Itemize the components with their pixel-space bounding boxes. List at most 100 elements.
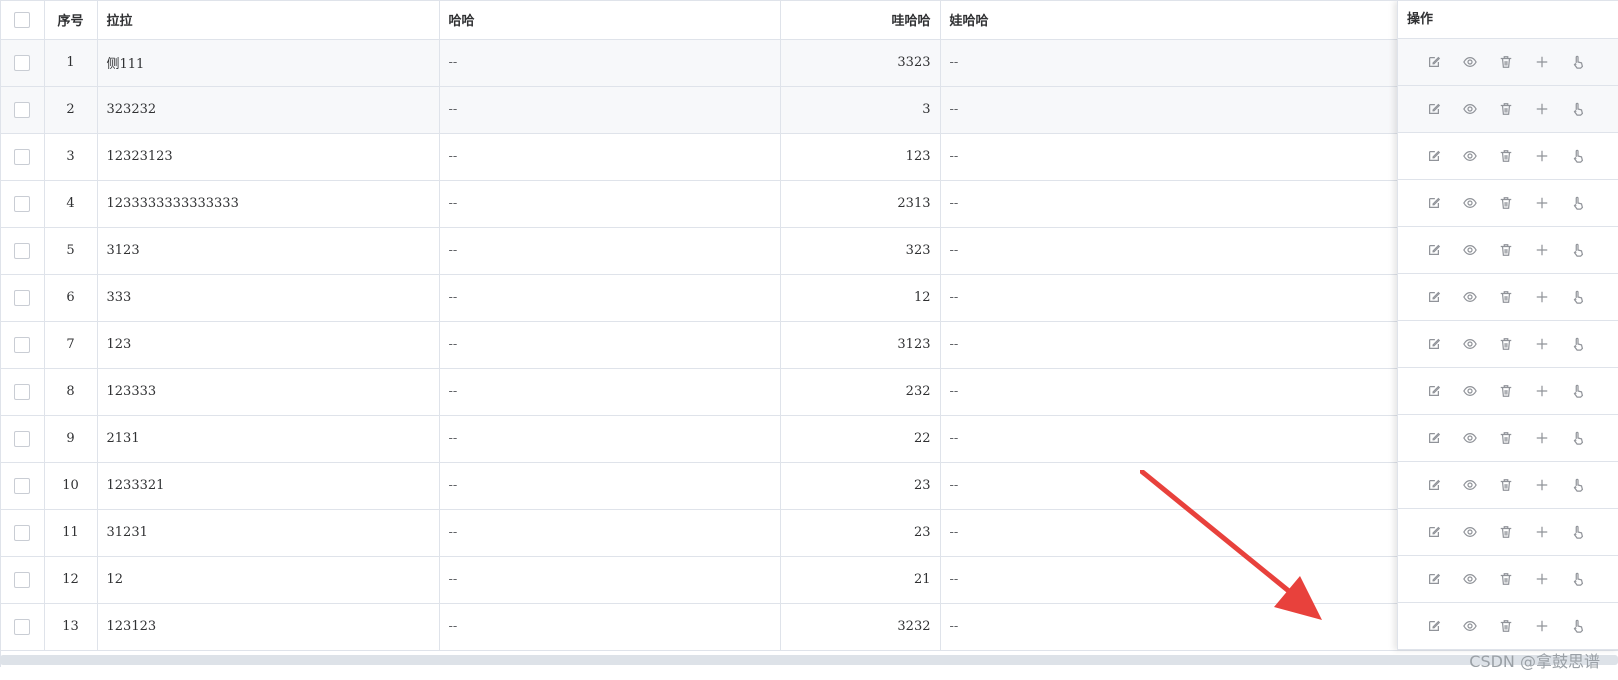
eye-icon[interactable] bbox=[1460, 334, 1480, 354]
table-row[interactable]: 3 12323123 -- 123 -- bbox=[1, 133, 1618, 181]
table-row[interactable]: 9 2131 -- 22 -- bbox=[1, 415, 1618, 463]
row-checkbox[interactable] bbox=[14, 336, 31, 353]
trash-icon[interactable] bbox=[1496, 193, 1516, 213]
plus-icon[interactable] bbox=[1532, 381, 1552, 401]
trash-icon[interactable] bbox=[1496, 334, 1516, 354]
edit-icon[interactable] bbox=[1424, 193, 1444, 213]
pointer-hand-icon[interactable] bbox=[1568, 334, 1588, 354]
pointer-hand-icon[interactable] bbox=[1568, 52, 1588, 72]
pointer-hand-icon[interactable] bbox=[1568, 240, 1588, 260]
row-select-cell[interactable] bbox=[1, 321, 45, 369]
row-select-cell[interactable] bbox=[1, 368, 45, 416]
table-row[interactable]: 10 1233321 -- 23 -- bbox=[1, 462, 1618, 510]
row-select-cell[interactable] bbox=[1, 180, 45, 228]
row-checkbox[interactable] bbox=[14, 242, 31, 259]
row-checkbox[interactable] bbox=[14, 430, 31, 447]
table-row[interactable]: 8 123333 -- 232 -- bbox=[1, 368, 1618, 416]
row-select-cell[interactable] bbox=[1, 509, 45, 557]
pointer-hand-icon[interactable] bbox=[1568, 616, 1588, 636]
row-checkbox[interactable] bbox=[14, 477, 31, 494]
trash-icon[interactable] bbox=[1496, 381, 1516, 401]
edit-icon[interactable] bbox=[1424, 240, 1444, 260]
pointer-hand-icon[interactable] bbox=[1568, 522, 1588, 542]
header-wahaha[interactable]: 哇哈哈 bbox=[780, 1, 941, 40]
eye-icon[interactable] bbox=[1460, 569, 1480, 589]
row-checkbox[interactable] bbox=[14, 383, 31, 400]
edit-icon[interactable] bbox=[1424, 287, 1444, 307]
trash-icon[interactable] bbox=[1496, 522, 1516, 542]
row-checkbox[interactable] bbox=[14, 54, 31, 71]
row-checkbox[interactable] bbox=[14, 195, 31, 212]
edit-icon[interactable] bbox=[1424, 99, 1444, 119]
trash-icon[interactable] bbox=[1496, 428, 1516, 448]
eye-icon[interactable] bbox=[1460, 381, 1480, 401]
pointer-hand-icon[interactable] bbox=[1568, 569, 1588, 589]
trash-icon[interactable] bbox=[1496, 99, 1516, 119]
eye-icon[interactable] bbox=[1460, 522, 1480, 542]
eye-icon[interactable] bbox=[1460, 146, 1480, 166]
pointer-hand-icon[interactable] bbox=[1568, 475, 1588, 495]
plus-icon[interactable] bbox=[1532, 428, 1552, 448]
header-haha[interactable]: 哈哈 bbox=[439, 1, 781, 40]
plus-icon[interactable] bbox=[1532, 146, 1552, 166]
pointer-hand-icon[interactable] bbox=[1568, 99, 1588, 119]
row-select-cell[interactable] bbox=[1, 556, 45, 604]
edit-icon[interactable] bbox=[1424, 52, 1444, 72]
row-checkbox[interactable] bbox=[14, 289, 31, 306]
row-checkbox[interactable] bbox=[14, 618, 31, 635]
row-select-cell[interactable] bbox=[1, 227, 45, 275]
table-row[interactable]: 13 123123 -- 3232 -- bbox=[1, 603, 1618, 651]
plus-icon[interactable] bbox=[1532, 616, 1552, 636]
eye-icon[interactable] bbox=[1460, 193, 1480, 213]
row-select-cell[interactable] bbox=[1, 415, 45, 463]
eye-icon[interactable] bbox=[1460, 287, 1480, 307]
edit-icon[interactable] bbox=[1424, 616, 1444, 636]
row-checkbox[interactable] bbox=[14, 148, 31, 165]
row-checkbox[interactable] bbox=[14, 101, 31, 118]
trash-icon[interactable] bbox=[1496, 146, 1516, 166]
plus-icon[interactable] bbox=[1532, 522, 1552, 542]
plus-icon[interactable] bbox=[1532, 569, 1552, 589]
pointer-hand-icon[interactable] bbox=[1568, 381, 1588, 401]
table-row[interactable]: 11 31231 -- 23 -- bbox=[1, 509, 1618, 557]
plus-icon[interactable] bbox=[1532, 287, 1552, 307]
trash-icon[interactable] bbox=[1496, 287, 1516, 307]
plus-icon[interactable] bbox=[1532, 99, 1552, 119]
header-index[interactable]: 序号 bbox=[44, 1, 98, 40]
edit-icon[interactable] bbox=[1424, 475, 1444, 495]
select-all-checkbox[interactable] bbox=[14, 11, 31, 28]
plus-icon[interactable] bbox=[1532, 52, 1552, 72]
pointer-hand-icon[interactable] bbox=[1568, 193, 1588, 213]
trash-icon[interactable] bbox=[1496, 616, 1516, 636]
table-row[interactable]: 7 123 -- 3123 -- bbox=[1, 321, 1618, 369]
row-checkbox[interactable] bbox=[14, 524, 31, 541]
header-select-all[interactable] bbox=[1, 1, 45, 40]
row-select-cell[interactable] bbox=[1, 133, 45, 181]
eye-icon[interactable] bbox=[1460, 475, 1480, 495]
eye-icon[interactable] bbox=[1460, 99, 1480, 119]
eye-icon[interactable] bbox=[1460, 616, 1480, 636]
pointer-hand-icon[interactable] bbox=[1568, 287, 1588, 307]
trash-icon[interactable] bbox=[1496, 569, 1516, 589]
pointer-hand-icon[interactable] bbox=[1568, 146, 1588, 166]
edit-icon[interactable] bbox=[1424, 428, 1444, 448]
eye-icon[interactable] bbox=[1460, 428, 1480, 448]
pointer-hand-icon[interactable] bbox=[1568, 428, 1588, 448]
edit-icon[interactable] bbox=[1424, 146, 1444, 166]
eye-icon[interactable] bbox=[1460, 52, 1480, 72]
edit-icon[interactable] bbox=[1424, 381, 1444, 401]
table-row[interactable]: 6 333 -- 12 -- bbox=[1, 274, 1618, 322]
edit-icon[interactable] bbox=[1424, 334, 1444, 354]
row-select-cell[interactable] bbox=[1, 274, 45, 322]
edit-icon[interactable] bbox=[1424, 569, 1444, 589]
header-lala[interactable]: 拉拉 bbox=[97, 1, 440, 40]
plus-icon[interactable] bbox=[1532, 334, 1552, 354]
row-select-cell[interactable] bbox=[1, 462, 45, 510]
table-row[interactable]: 1 侧111 -- 3323 -- bbox=[1, 39, 1618, 87]
plus-icon[interactable] bbox=[1532, 475, 1552, 495]
plus-icon[interactable] bbox=[1532, 240, 1552, 260]
row-checkbox[interactable] bbox=[14, 571, 31, 588]
table-row[interactable]: 5 3123 -- 323 -- bbox=[1, 227, 1618, 275]
table-row[interactable]: 4 1233333333333333 -- 2313 -- bbox=[1, 180, 1618, 228]
row-select-cell[interactable] bbox=[1, 603, 45, 651]
